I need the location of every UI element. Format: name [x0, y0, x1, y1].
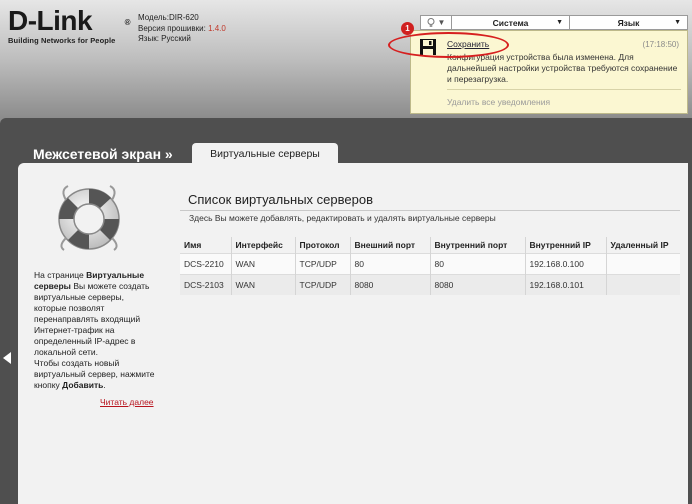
cell-protocol: TCP/UDP: [295, 252, 351, 274]
clear-notifications-link[interactable]: Удалить все уведомления: [447, 97, 550, 107]
list-subtitle: Здесь Вы можете добавлять, редактировать…: [189, 213, 496, 223]
lightbulb-icon: [427, 17, 435, 27]
list-title: Список виртуальных серверов: [188, 192, 373, 207]
table-header-row: Имя Интерфейс Протокол Внешний порт Внут…: [180, 237, 680, 253]
logo-tagline: Building Networks for People: [8, 36, 116, 45]
virtual-servers-table: Имя Интерфейс Протокол Внешний порт Внут…: [180, 237, 680, 295]
read-more-link[interactable]: Читать далее: [100, 397, 154, 407]
section-title[interactable]: Межсетевой экран »: [33, 146, 173, 162]
device-info: Модель:DIR-620 Версия прошивки: 1.4.0 Яз…: [138, 13, 226, 45]
cell-remote-ip: [606, 252, 680, 274]
column-header: Внутренний IP: [525, 237, 607, 253]
column-header: Внешний порт: [350, 237, 431, 253]
cell-name: DCS-2103: [180, 273, 232, 295]
chevron-down-icon: ▼: [556, 19, 563, 26]
cell-remote-ip: [606, 273, 680, 295]
cell-protocol: TCP/UDP: [295, 273, 351, 295]
language-line: Язык: Русский: [138, 34, 191, 43]
cell-internal-ip: 192.168.0.101: [525, 273, 607, 295]
column-header: Протокол: [295, 237, 351, 253]
dlink-logo: D-Link ® Building Networks for People: [8, 5, 131, 46]
column-header: Имя: [180, 237, 232, 253]
notification-count-badge: 1: [401, 22, 414, 35]
help-text: На странице Виртуальные серверы Вы может…: [34, 270, 155, 390]
column-header: Удаленный IP: [610, 239, 669, 250]
cell-name: DCS-2210: [180, 252, 232, 274]
chevron-left-icon[interactable]: [3, 352, 12, 364]
chevron-down-icon: ▼: [674, 19, 681, 26]
highlight-circle: [388, 32, 509, 58]
table-row[interactable]: DCS-2210 WAN TCP/UDP 80 80 192.168.0.100: [180, 252, 680, 274]
cell-external-port: 8080: [350, 273, 431, 295]
system-menu[interactable]: Система ▼: [452, 15, 570, 30]
cell-internal-ip: 192.168.0.100: [525, 252, 607, 274]
divider: [180, 210, 680, 211]
notification-time: (17:18:50): [642, 40, 679, 49]
notifications-button[interactable]: ▼: [420, 15, 452, 30]
cell-interface: WAN: [231, 273, 296, 295]
notification-message: Конфигурация устройства была изменена. Д…: [447, 52, 678, 84]
language-menu[interactable]: Язык ▼: [570, 15, 688, 30]
logo-wordmark: D-Link ®: [8, 5, 131, 36]
tab-virtual-servers[interactable]: Виртуальные серверы: [192, 143, 338, 164]
chevron-down-icon: ▼: [437, 18, 446, 27]
cell-external-port: 80: [350, 252, 431, 274]
column-header: Интерфейс: [231, 237, 296, 253]
cell-interface: WAN: [231, 252, 296, 274]
cell-internal-port: 80: [430, 252, 526, 274]
divider: [447, 89, 681, 90]
cell-internal-port: 8080: [430, 273, 526, 295]
table-row[interactable]: DCS-2103 WAN TCP/UDP 8080 8080 192.168.0…: [180, 273, 680, 295]
model-line: Модель:DIR-620: [138, 13, 199, 22]
firmware-line: Версия прошивки: 1.4.0: [138, 23, 226, 33]
column-header: Внутренний порт: [430, 237, 526, 253]
top-controls: ▼ Система ▼ Язык ▼: [420, 15, 688, 30]
lifebuoy-icon: [58, 185, 120, 251]
